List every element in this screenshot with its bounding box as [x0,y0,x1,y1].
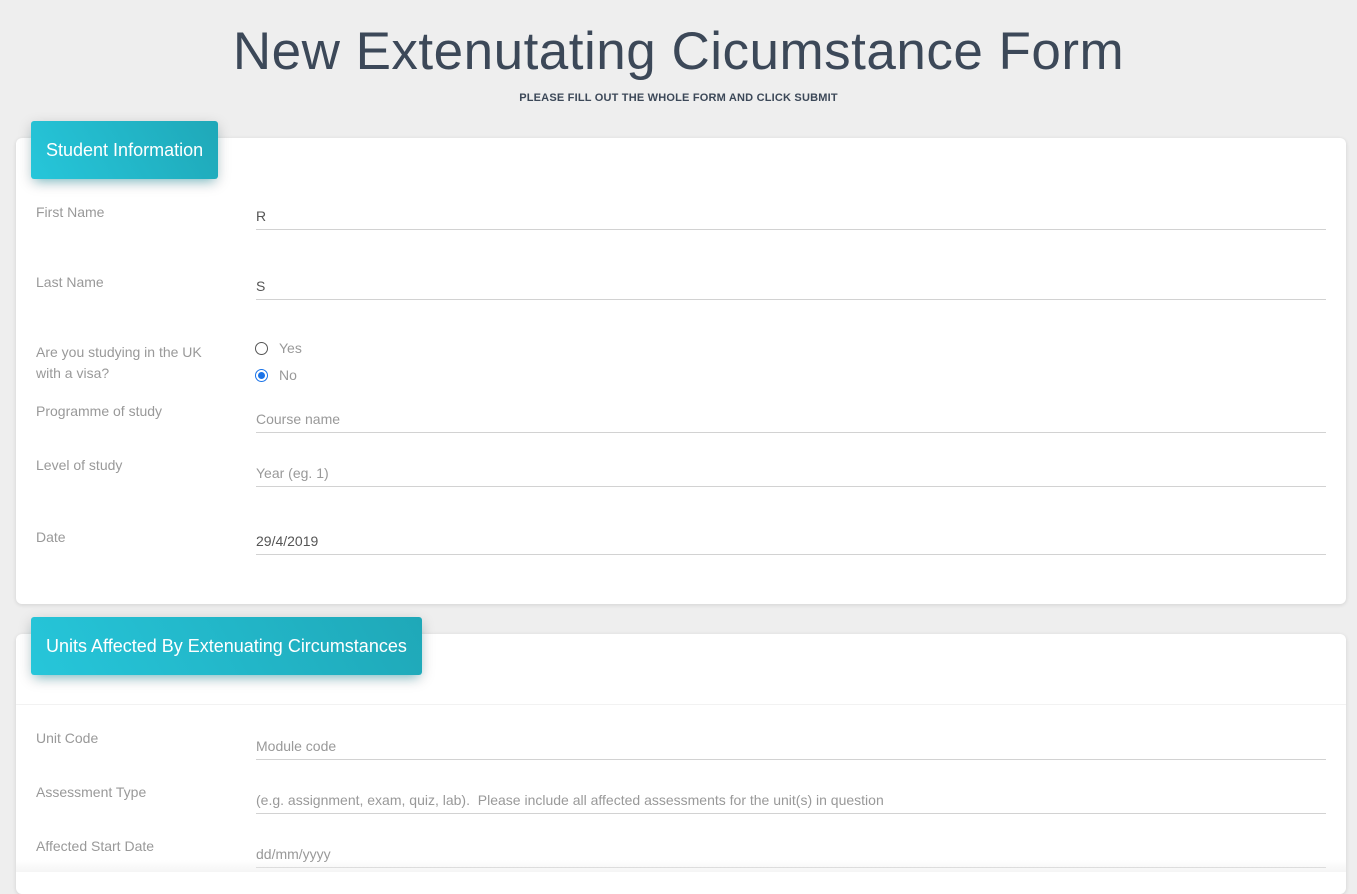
visa-no-option[interactable]: No [255,366,297,384]
visa-no-radio[interactable] [255,368,268,382]
level-label: Level of study [36,457,123,473]
page-title: New Extenutating Cicumstance Form [232,22,1125,81]
last-name-input[interactable] [256,273,1326,300]
last-name-label: Last Name [36,274,104,290]
card-divider [16,704,1346,705]
level-input[interactable] [256,460,1326,487]
date-input[interactable] [256,528,1326,555]
unit-code-input[interactable] [256,733,1326,760]
scroll-fade [16,860,1346,872]
units-affected-heading: Units Affected By Extenuating Circumstan… [31,617,422,675]
assessment-type-label: Assessment Type [36,784,147,800]
visa-yes-radio[interactable] [255,341,268,355]
affected-start-date-label: Affected Start Date [36,838,155,854]
first-name-input[interactable] [256,203,1326,230]
visa-yes-label[interactable]: Yes [279,340,302,356]
assessment-type-input[interactable] [256,787,1326,814]
student-information-heading: Student Information [31,121,219,179]
first-name-label: First Name [36,204,105,220]
visa-yes-option[interactable]: Yes [255,339,302,357]
visa-no-label[interactable]: No [279,367,297,383]
date-label: Date [36,529,66,545]
unit-code-label: Unit Code [36,730,99,746]
programme-label: Programme of study [36,403,163,419]
programme-input[interactable] [256,406,1326,433]
visa-question-label: Are you studying in the UK with a visa? [36,344,202,381]
page-subtitle: PLEASE FILL OUT THE WHOLE FORM AND CLICK… [519,92,838,104]
